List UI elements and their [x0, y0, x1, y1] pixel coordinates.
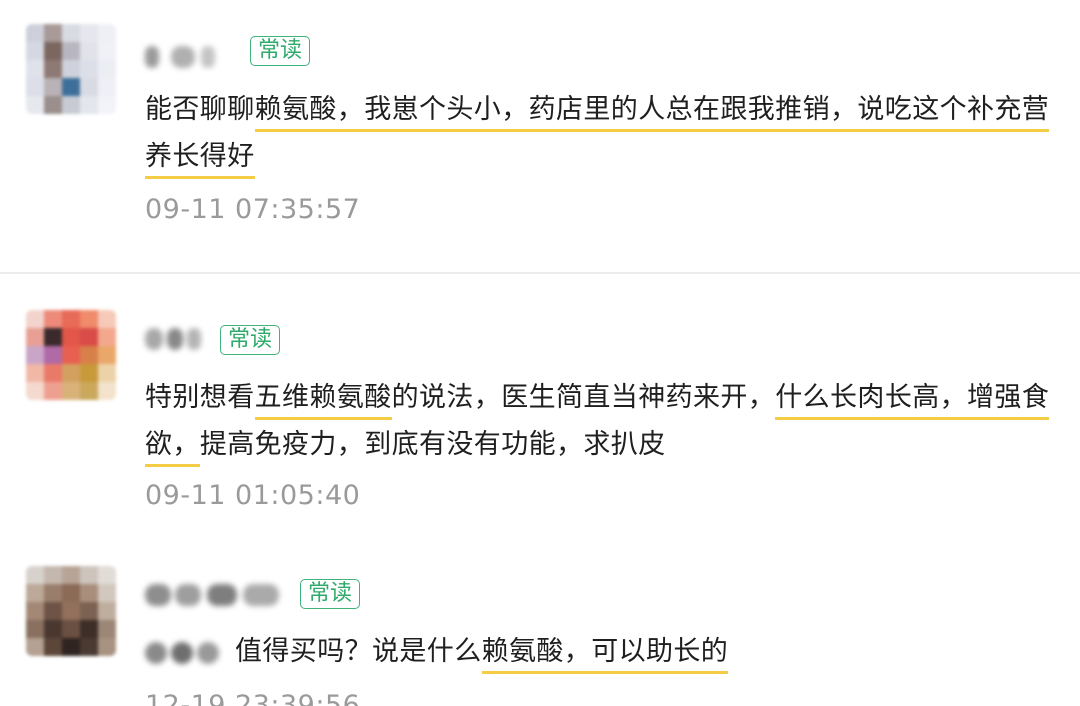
- avatar[interactable]: [26, 566, 116, 656]
- frequent-reader-badge: 常读: [300, 579, 361, 609]
- text-segment: 特别想看: [145, 382, 255, 413]
- highlighted-text-segment: 赖氨酸，可以助长的: [481, 636, 729, 674]
- text-segment: 能否聊聊: [145, 94, 255, 125]
- username-blurred[interactable]: [145, 322, 205, 356]
- username-blurred[interactable]: [145, 578, 285, 612]
- comment-divider: [0, 272, 1080, 274]
- comment-timestamp: 09-11 01:05:40: [145, 480, 361, 511]
- frequent-reader-badge: 常读: [220, 325, 281, 355]
- comment-timestamp: 09-11 07:35:57: [145, 194, 361, 225]
- comment-timestamp: 12-19 23:39:56: [145, 690, 361, 706]
- text-segment: 值得买吗？说是什么: [235, 636, 482, 667]
- frequent-reader-badge: 常读: [250, 36, 311, 66]
- text-segment: 提高免疫力，到底有没有功能，求扒皮: [199, 429, 666, 460]
- highlighted-text-segment: 赖氨酸，我崽个头小，药店里的人总在跟我推销，说吃这个补充营养长得好: [145, 94, 1050, 179]
- avatar[interactable]: [26, 310, 116, 400]
- text-segment: 的说法，医生简直当神药来开，: [391, 382, 776, 413]
- highlighted-text-segment: 五维赖氨酸: [254, 382, 392, 420]
- username-blurred[interactable]: [145, 40, 225, 74]
- comment-text: 特别想看五维赖氨酸的说法，医生简直当神药来开，什么长肉长高，增强食欲，提高免疫力…: [145, 374, 1065, 468]
- avatar[interactable]: [26, 24, 116, 114]
- comment-text: 能否聊聊赖氨酸，我崽个头小，药店里的人总在跟我推销，说吃这个补充营养长得好: [145, 86, 1065, 180]
- comment-text: 值得买吗？说是什么赖氨酸，可以助长的: [145, 628, 1065, 675]
- blurred-mention: [145, 637, 229, 669]
